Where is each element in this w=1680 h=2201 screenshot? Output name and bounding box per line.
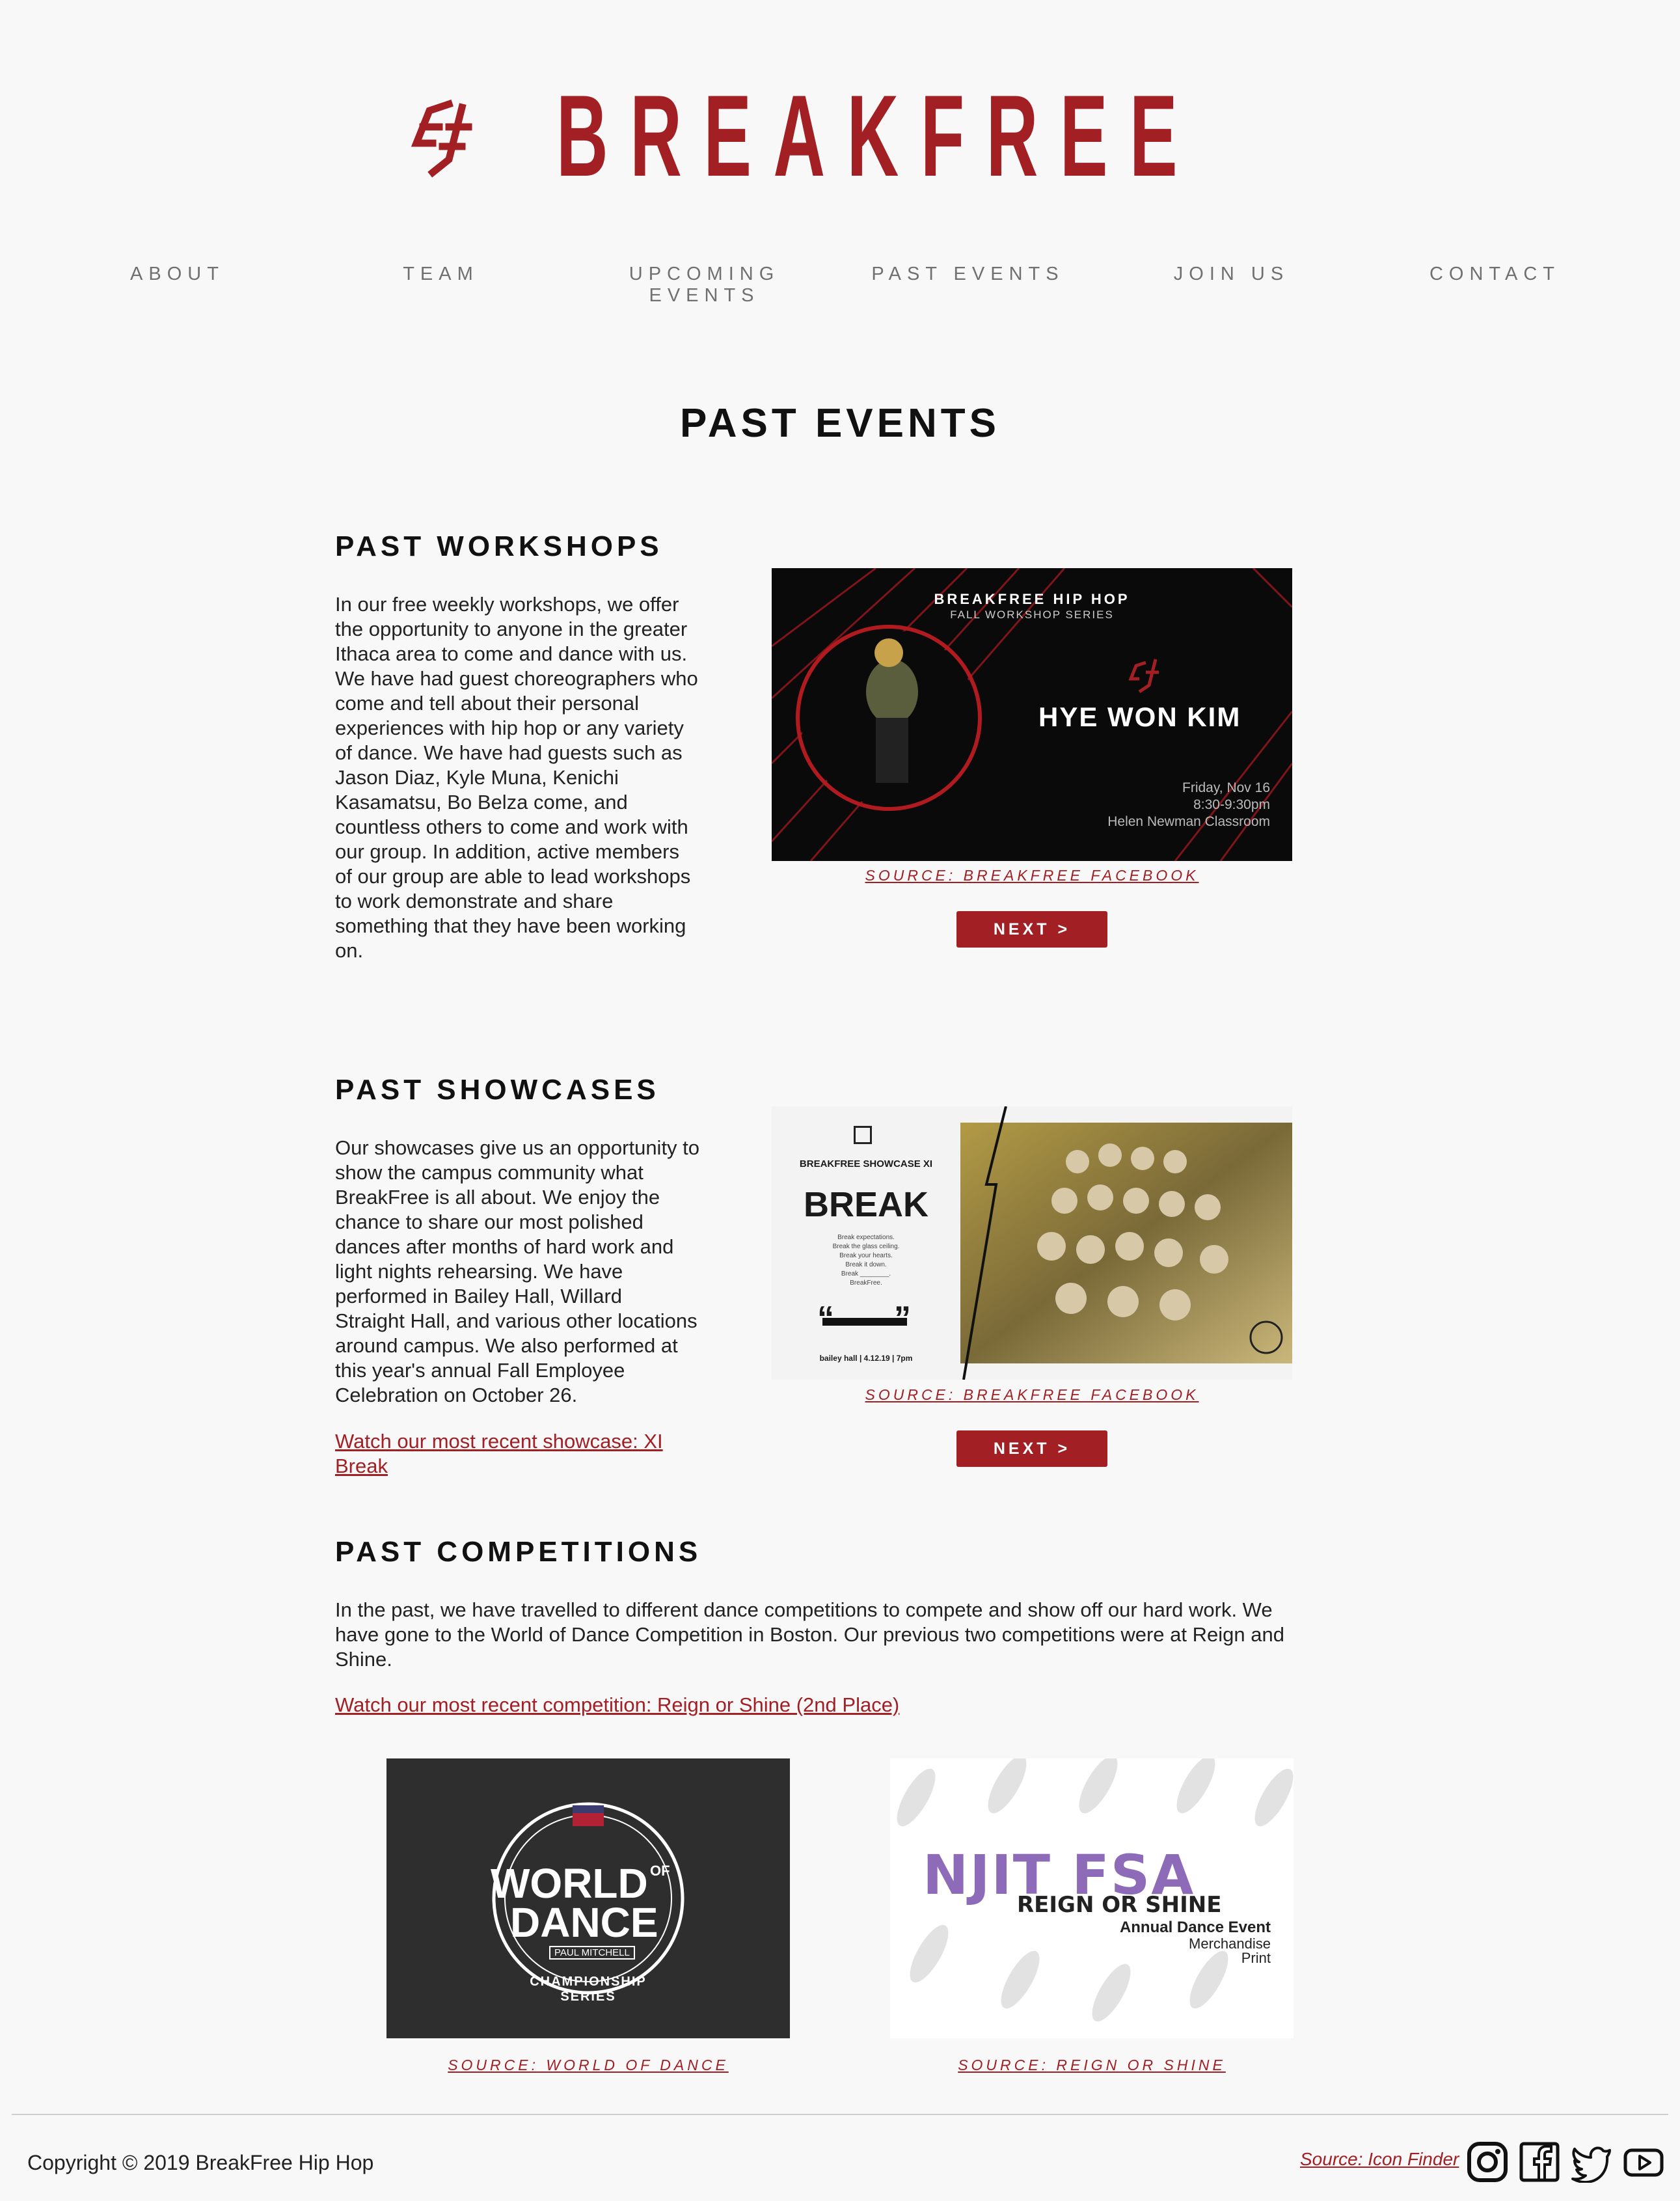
poster-name: HYE WON KIM: [1038, 702, 1241, 732]
reign-or-shine-image: NJIT FSA REIGN OR SHINE Annual Dance Eve…: [890, 1758, 1294, 2038]
copyright-text: Copyright © 2019 BreakFree Hip Hop: [27, 2151, 374, 2174]
workshops-source-link[interactable]: SOURCE: BREAKFREE FACEBOOK: [772, 867, 1292, 884]
instagram-icon[interactable]: [1467, 2141, 1508, 2183]
showcase-video-link[interactable]: Watch our most recent showcase: XI Break: [335, 1429, 725, 1479]
wod-sponsor: PAUL MITCHELL: [549, 1946, 635, 1960]
competition-video-link[interactable]: Watch our most recent competition: Reign…: [335, 1693, 899, 1717]
nav-team[interactable]: TEAM: [309, 264, 573, 285]
competitions-heading: PAST COMPETITIONS: [335, 1536, 702, 1568]
icon-finder-source-link[interactable]: Source: Icon Finder: [1300, 2149, 1459, 2170]
footer-divider: [12, 2114, 1668, 2115]
showcases-heading: PAST SHOWCASES: [335, 1074, 660, 1106]
workshop-poster-image: BREAKFREE HIP HOP FALL WORKSHOP SERIES H…: [772, 568, 1292, 861]
ros-source-link[interactable]: SOURCE: REIGN OR SHINE: [890, 2057, 1294, 2074]
poster-place: Helen Newman Classroom: [1107, 814, 1270, 829]
wod-series: CHAMPIONSHIP SERIES: [530, 1975, 647, 2004]
breakfree-logo-icon[interactable]: [403, 98, 481, 182]
world-of-dance-image: WORLD OF DANCE PAUL MITCHELL CHAMPIONSHI…: [386, 1758, 790, 2038]
ros-line1: Annual Dance Event: [1119, 1919, 1271, 1936]
page-title: PAST EVENTS: [679, 401, 1001, 446]
brand-wordmark[interactable]: BREAKFREE: [556, 78, 1199, 194]
wod-line2: DANCE: [510, 1899, 658, 1946]
showcases-next-button[interactable]: NEXT >: [956, 1430, 1107, 1467]
lightning-divider: [962, 1106, 1007, 1380]
twitter-icon[interactable]: [1571, 2141, 1612, 2183]
poster-subtitle: FALL WORKSHOP SERIES: [950, 608, 1114, 621]
ros-subtitle: REIGN OR SHINE: [1017, 1892, 1222, 1918]
wod-of: OF: [650, 1863, 670, 1879]
showcases-text: Our showcases give us an opportunity to s…: [335, 1136, 700, 1406]
poster-time: 8:30-9:30pm: [1193, 797, 1270, 812]
nav-past-events[interactable]: PAST EVENTS: [836, 264, 1100, 285]
poster-title: BREAKFREE HIP HOP: [934, 591, 1130, 607]
nav-about[interactable]: ABOUT: [46, 264, 309, 285]
workshops-text: In our free weekly workshops, we offer th…: [335, 593, 698, 962]
nav-contact[interactable]: CONTACT: [1363, 264, 1627, 285]
workshops-next-button[interactable]: NEXT >: [956, 911, 1107, 948]
nav-join-us[interactable]: JOIN US: [1100, 264, 1363, 285]
competitions-text: In the past, we have travelled to differ…: [335, 1598, 1284, 1671]
main-nav: ABOUT TEAM UPCOMING EVENTS PAST EVENTS J…: [0, 264, 1680, 306]
youtube-icon[interactable]: [1623, 2141, 1664, 2183]
showcases-source-link[interactable]: SOURCE: BREAKFREE FACEBOOK: [772, 1386, 1292, 1404]
facebook-icon[interactable]: [1519, 2141, 1560, 2183]
poster-date: Friday, Nov 16: [1182, 780, 1270, 795]
showcase-poster-image: BREAKFREE SHOWCASE XI BREAK Break expect…: [772, 1106, 1292, 1380]
nav-upcoming-events[interactable]: UPCOMING EVENTS: [573, 264, 836, 307]
ros-line3: Print: [1241, 1950, 1271, 1966]
workshops-heading: PAST WORKSHOPS: [335, 530, 663, 562]
wod-source-link[interactable]: SOURCE: WORLD OF DANCE: [386, 2057, 790, 2074]
